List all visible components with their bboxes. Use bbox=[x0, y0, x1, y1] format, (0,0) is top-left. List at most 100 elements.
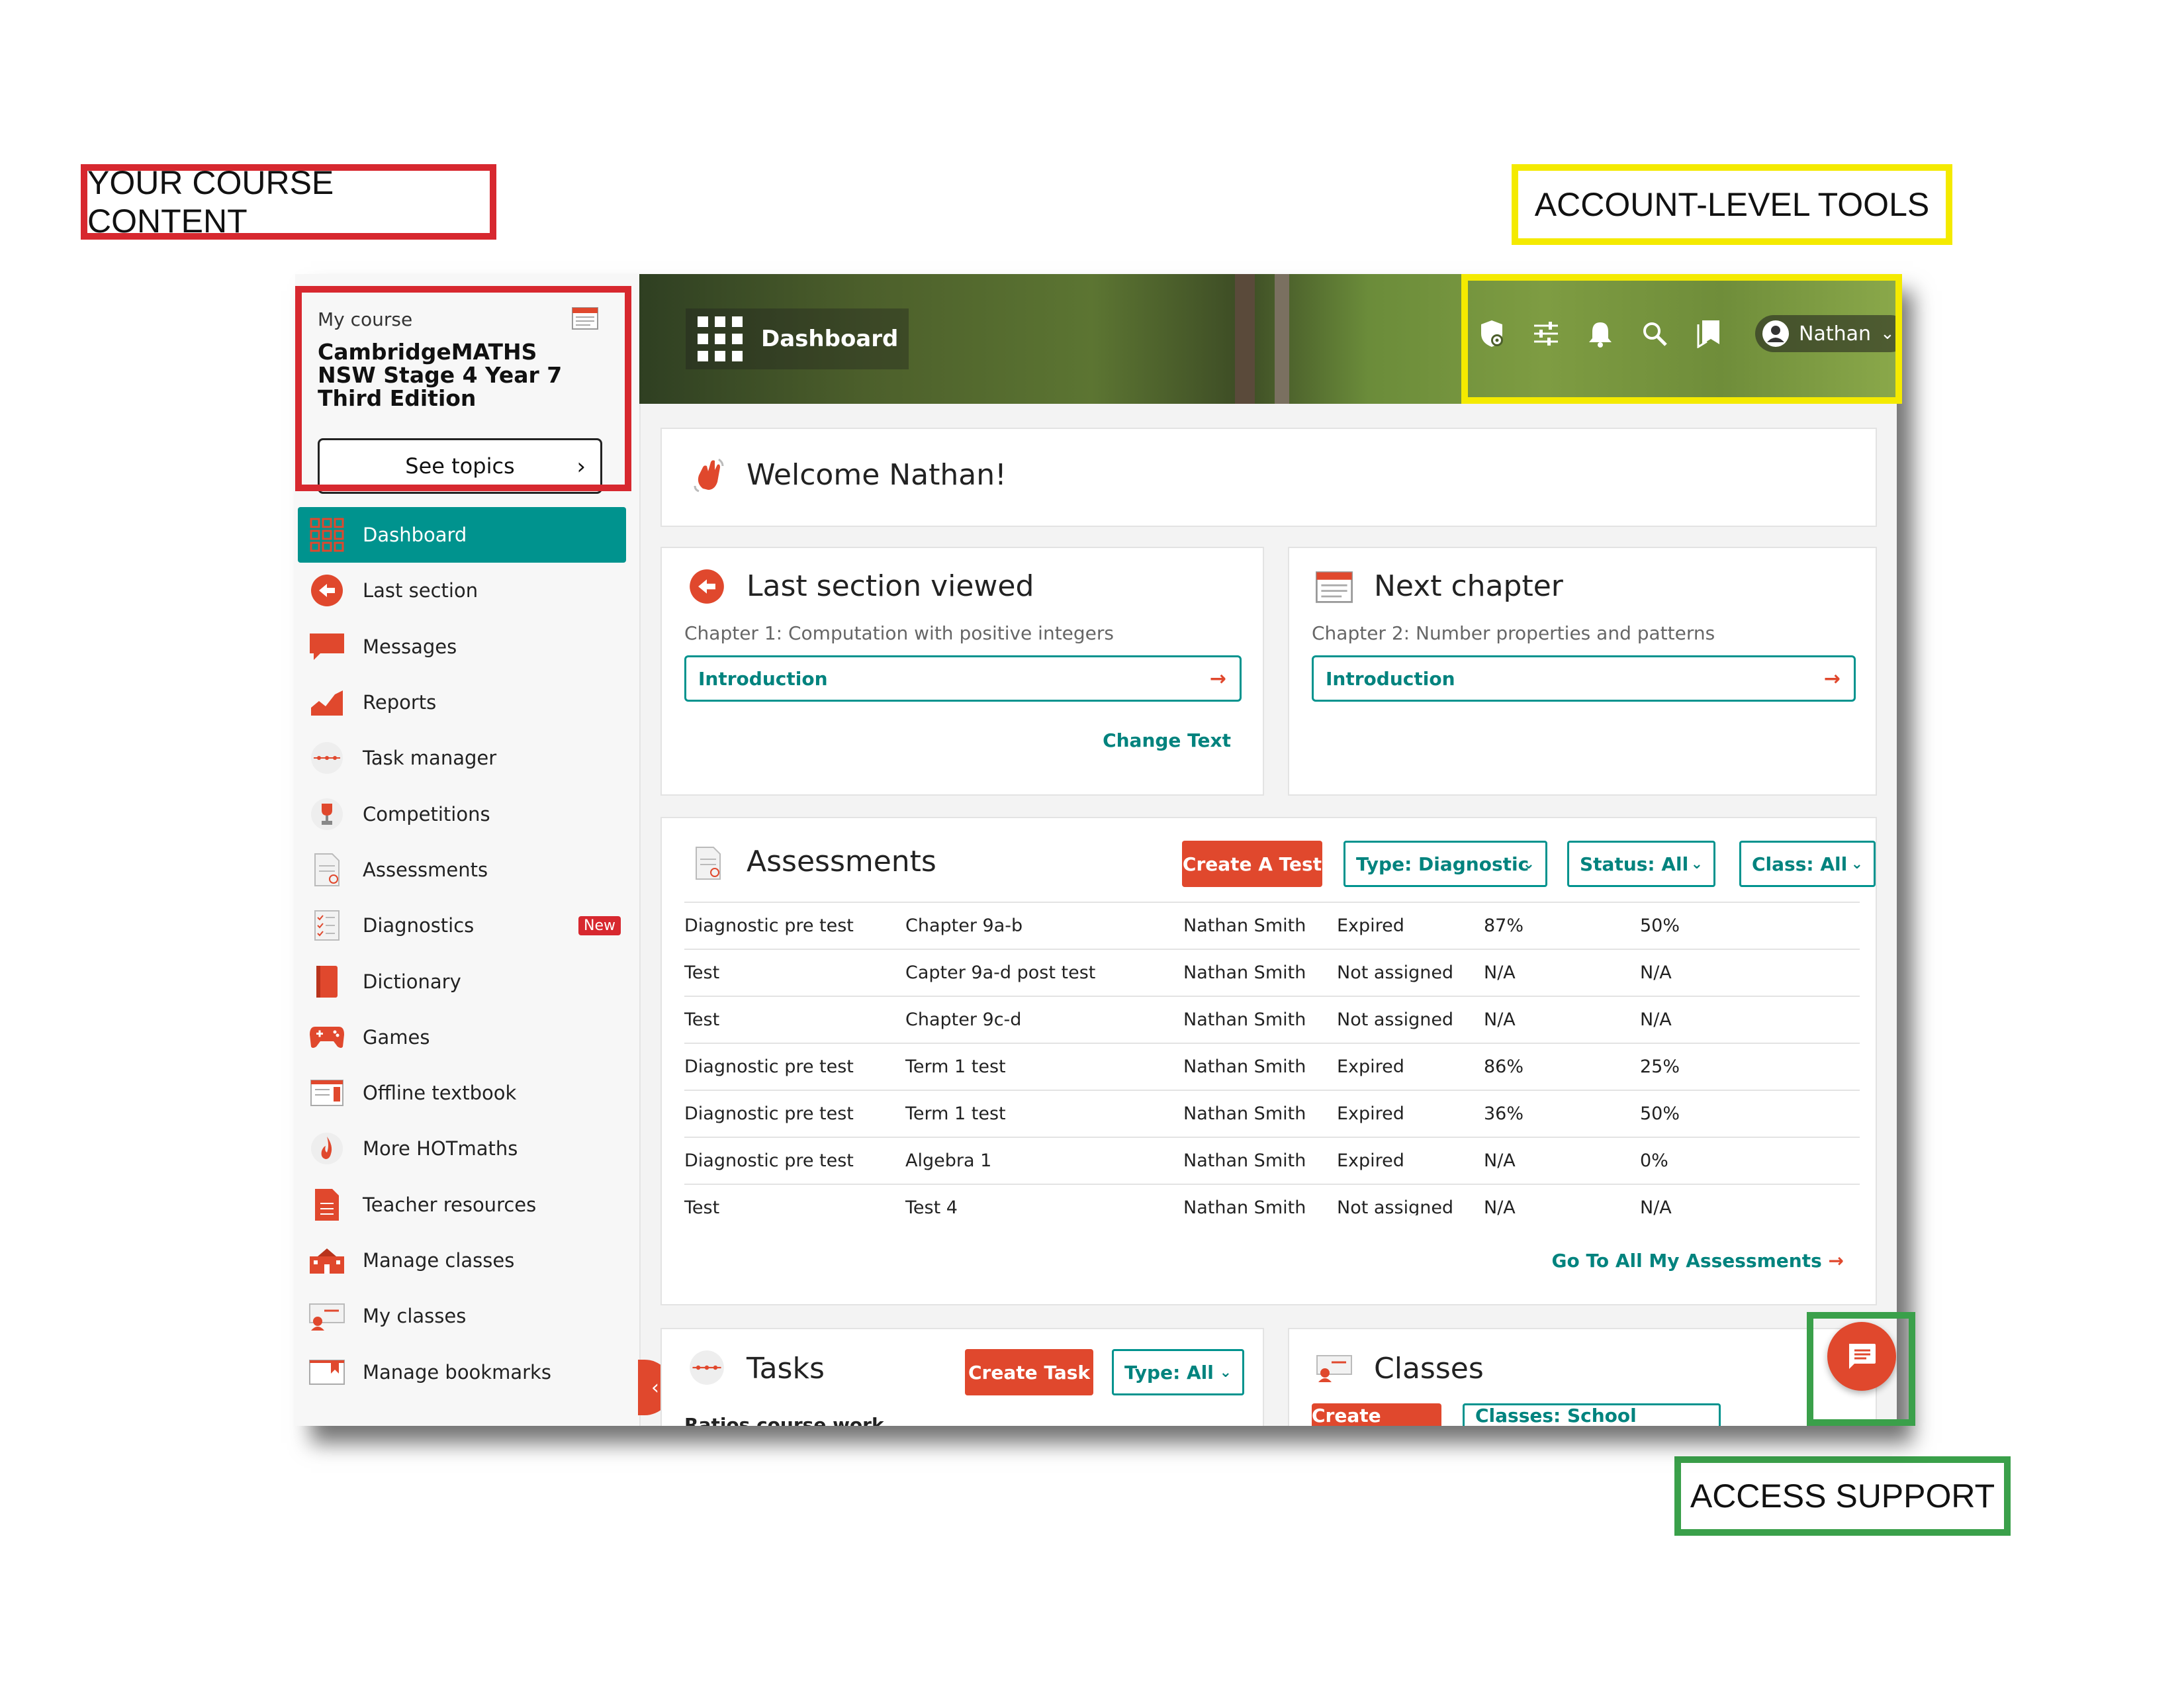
completion-cell: 25% bbox=[1640, 1043, 1860, 1090]
classes-filter-value: Classes: School Classes bbox=[1475, 1405, 1637, 1426]
sidebar-item-reports[interactable]: Reports bbox=[295, 675, 639, 730]
status-cell: Expired bbox=[1337, 1043, 1484, 1090]
author-cell: Nathan Smith bbox=[1183, 1090, 1337, 1137]
search-icon[interactable] bbox=[1640, 319, 1669, 348]
next-chapter-title: Next chapter bbox=[1374, 569, 1563, 603]
welcome-title: Welcome Nathan! bbox=[747, 458, 1007, 492]
task-type-filter-select[interactable]: Type: All ⌄ bbox=[1112, 1349, 1244, 1395]
author-cell: Nathan Smith bbox=[1183, 996, 1337, 1043]
shield-gear-icon[interactable] bbox=[1477, 319, 1506, 348]
create-task-button[interactable]: Create Task bbox=[965, 1349, 1093, 1395]
sidebar-item-label: Messages bbox=[363, 635, 457, 658]
bell-icon[interactable] bbox=[1586, 319, 1615, 348]
type-cell: Test bbox=[684, 949, 905, 996]
next-chapter-introduction-link[interactable]: Introduction → bbox=[1312, 655, 1856, 702]
sidebar-item-manage-classes[interactable]: Manage classes bbox=[295, 1233, 639, 1288]
timeline-icon bbox=[690, 1350, 724, 1385]
table-row[interactable]: Diagnostic pre test Algebra 1 Nathan Smi… bbox=[684, 1137, 1860, 1184]
last-section-introduction-link[interactable]: Introduction → bbox=[684, 655, 1242, 702]
status-cell: Not assigned bbox=[1337, 996, 1484, 1043]
completion-cell: N/A bbox=[1640, 1184, 1860, 1215]
sliders-icon[interactable] bbox=[1531, 319, 1561, 348]
change-text-link[interactable]: Change Text bbox=[1103, 729, 1231, 751]
author-cell: Nathan Smith bbox=[1183, 1043, 1337, 1090]
table-row[interactable]: Test Chapter 9c-d Nathan Smith Not assig… bbox=[684, 996, 1860, 1043]
sidebar-item-more-hotmaths[interactable]: More HOTmaths bbox=[295, 1121, 639, 1176]
sidebar-item-diagnostics[interactable]: Diagnostics New bbox=[295, 898, 639, 953]
go-to-all-assessments-link[interactable]: Go To All My Assessments → bbox=[1551, 1250, 1844, 1272]
see-topics-button[interactable]: See topics › bbox=[318, 438, 602, 494]
checklist-icon bbox=[308, 907, 345, 944]
table-row[interactable]: Diagnostic pre test Term 1 test Nathan S… bbox=[684, 1090, 1860, 1137]
score-cell: 36% bbox=[1484, 1090, 1640, 1137]
go-to-all-label: Go To All My Assessments bbox=[1551, 1250, 1822, 1272]
type-cell: Diagnostic pre test bbox=[684, 1090, 905, 1137]
table-row[interactable]: Diagnostic pre test Chapter 9a-b Nathan … bbox=[684, 902, 1860, 949]
app-window: My course CambridgeMATHS NSW Stage 4 Yea… bbox=[295, 274, 1897, 1426]
new-badge: New bbox=[578, 915, 621, 935]
gamepad-icon bbox=[308, 1019, 345, 1056]
sidebar-item-my-classes[interactable]: My classes bbox=[295, 1288, 639, 1344]
sidebar-item-label: Games bbox=[363, 1025, 430, 1049]
sidebar-item-messages[interactable]: Messages bbox=[295, 619, 639, 675]
bookmarks-icon[interactable] bbox=[1694, 319, 1723, 348]
sidebar-item-assessments[interactable]: Assessments bbox=[295, 842, 639, 898]
access-support-callout: ACCESS SUPPORT bbox=[1674, 1456, 2011, 1536]
last-section-chapter: Chapter 1: Computation with positive int… bbox=[684, 622, 1115, 644]
completion-cell: N/A bbox=[1640, 996, 1860, 1043]
status-cell: Not assigned bbox=[1337, 1184, 1484, 1215]
access-support-callout-text: ACCESS SUPPORT bbox=[1690, 1477, 1995, 1515]
timeline-icon bbox=[308, 739, 345, 776]
classes-card: Classes Create Class Classes: School Cla… bbox=[1288, 1328, 1877, 1426]
author-cell: Nathan Smith bbox=[1183, 1137, 1337, 1184]
chart-icon bbox=[308, 684, 345, 721]
sidebar-item-manage-bookmarks[interactable]: Manage bookmarks bbox=[295, 1344, 639, 1399]
table-row[interactable]: Diagnostic pre test Term 1 test Nathan S… bbox=[684, 1043, 1860, 1090]
arrow-right-icon: → bbox=[1828, 1250, 1844, 1272]
course-title: CambridgeMATHS NSW Stage 4 Year 7 Third … bbox=[318, 339, 563, 411]
sidebar-nav: Dashboard Last section Messages Reports bbox=[295, 507, 639, 1400]
sidebar-item-teacher-resources[interactable]: Teacher resources bbox=[295, 1177, 639, 1233]
course-label: My course bbox=[318, 308, 413, 330]
sidebar-item-label: Offline textbook bbox=[363, 1082, 517, 1105]
sidebar-item-label: Dictionary bbox=[363, 970, 461, 993]
task-first-row[interactable]: Ratios course work bbox=[684, 1414, 884, 1426]
name-cell: Test 4 bbox=[905, 1184, 1183, 1215]
score-cell: 87% bbox=[1484, 902, 1640, 949]
sidebar-item-games[interactable]: Games bbox=[295, 1009, 639, 1065]
sidebar-item-last-section[interactable]: Last section bbox=[295, 563, 639, 618]
sidebar-item-label: Teacher resources bbox=[363, 1193, 537, 1216]
sidebar-item-dictionary[interactable]: Dictionary bbox=[295, 953, 639, 1009]
classes-icon bbox=[1316, 1355, 1352, 1382]
sidebar-item-task-manager[interactable]: Task manager bbox=[295, 730, 639, 786]
author-cell: Nathan Smith bbox=[1183, 902, 1337, 949]
back-arrow-icon bbox=[690, 569, 724, 604]
score-cell: 86% bbox=[1484, 1043, 1640, 1090]
sidebar-item-dashboard[interactable]: Dashboard bbox=[298, 507, 626, 563]
user-menu-button[interactable]: Nathan ⌄ bbox=[1755, 315, 1897, 352]
completion-cell: 50% bbox=[1640, 1090, 1860, 1137]
completion-cell: 0% bbox=[1640, 1137, 1860, 1184]
course-content-callout: YOUR COURSE CONTENT bbox=[81, 164, 496, 240]
sidebar-item-label: Manage classes bbox=[363, 1249, 515, 1272]
textbook-icon bbox=[308, 1074, 345, 1111]
assessments-table-viewport: Diagnostic pre test Chapter 9a-b Nathan … bbox=[662, 818, 1860, 1215]
speech-bubble-icon bbox=[308, 628, 345, 665]
course-content-callout-text: YOUR COURSE CONTENT bbox=[87, 164, 334, 240]
classes-filter-select[interactable]: Classes: School Classes ⌄ bbox=[1463, 1403, 1721, 1426]
table-row[interactable]: Test Test 4 Nathan Smith Not assigned N/… bbox=[684, 1184, 1860, 1215]
sidebar-item-label: Last section bbox=[363, 579, 478, 602]
type-cell: Test bbox=[684, 1184, 905, 1215]
sidebar-item-offline-textbook[interactable]: Offline textbook bbox=[295, 1065, 639, 1121]
chat-support-button[interactable] bbox=[1827, 1322, 1896, 1391]
table-row[interactable]: Test Capter 9a-d post test Nathan Smith … bbox=[684, 949, 1860, 996]
school-icon bbox=[308, 1242, 345, 1279]
create-class-button[interactable]: Create Class bbox=[1312, 1403, 1441, 1426]
header-background-road bbox=[1275, 274, 1289, 404]
classes-title: Classes bbox=[1374, 1352, 1484, 1385]
sidebar-item-competitions[interactable]: Competitions bbox=[295, 786, 639, 841]
account-tools: Nathan ⌄ bbox=[1477, 315, 1897, 352]
author-cell: Nathan Smith bbox=[1183, 1184, 1337, 1215]
dashboard-header[interactable]: Dashboard bbox=[686, 308, 909, 369]
type-cell: Diagnostic pre test bbox=[684, 902, 905, 949]
